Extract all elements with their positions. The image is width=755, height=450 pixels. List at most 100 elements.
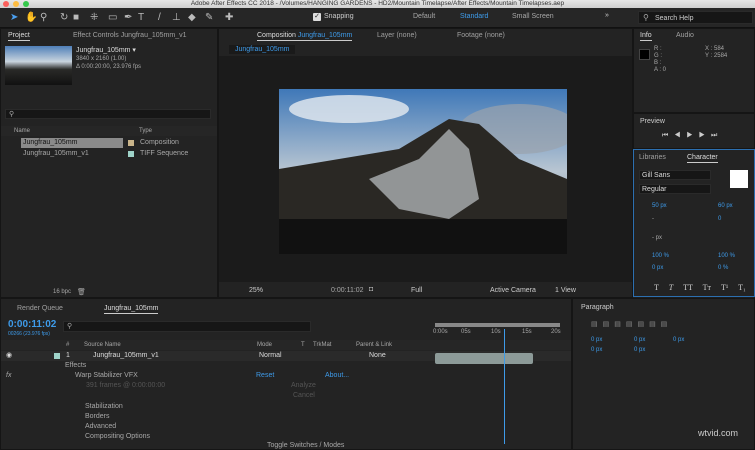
reset-link[interactable]: Reset — [256, 372, 274, 379]
eraser-tool-icon[interactable]: ◆ — [188, 12, 196, 24]
pen-tool-icon[interactable]: ✒ — [124, 12, 132, 24]
playhead[interactable] — [503, 329, 505, 444]
small-caps-button[interactable]: Tт — [703, 283, 711, 292]
space-before-value[interactable]: 0 px — [591, 347, 602, 353]
resolution-dropdown[interactable]: Full — [411, 287, 422, 294]
brush-tool-icon[interactable]: / — [158, 12, 161, 24]
column-source-name[interactable]: Source Name — [84, 340, 121, 350]
timeline-timecode[interactable]: 0:00:11:02 — [8, 319, 56, 330]
project-search-input[interactable]: ⚲ — [5, 109, 211, 119]
comp-subtab[interactable]: Jungfrau_105mm — [229, 45, 296, 54]
rectangle-tool-icon[interactable]: ▭ — [108, 12, 117, 24]
toggle-switches-modes[interactable]: Toggle Switches / Modes — [267, 442, 344, 449]
column-number[interactable]: # — [66, 340, 69, 350]
fill-color-swatch[interactable] — [730, 170, 748, 188]
font-size-value[interactable]: 50 px — [652, 203, 667, 209]
tab-layer[interactable]: Layer (none) — [377, 32, 417, 39]
views-dropdown[interactable]: 1 View — [555, 287, 576, 294]
effects-group[interactable]: Effects — [65, 362, 86, 369]
bit-depth-button[interactable]: 16 bpc — [53, 289, 71, 295]
visibility-eye-icon[interactable]: ◉ — [6, 351, 12, 361]
zoom-dropdown[interactable]: 25% — [249, 287, 263, 294]
tab-preview[interactable]: Preview — [640, 118, 665, 125]
text-style-buttons[interactable]: T T TT Tт T¹ T₁ — [654, 283, 746, 292]
about-link[interactable]: About... — [325, 372, 349, 379]
leading-value[interactable]: 60 px — [718, 203, 733, 209]
label-color[interactable] — [128, 151, 134, 157]
effect-name[interactable]: Warp Stabilizer VFX — [75, 372, 138, 379]
close-window-button[interactable] — [3, 1, 9, 7]
tab-timeline-comp[interactable]: Jungfrau_105mm — [104, 305, 159, 314]
type-tool-icon[interactable]: T — [138, 12, 144, 24]
column-type[interactable]: Type — [139, 126, 152, 136]
column-t[interactable]: T — [301, 340, 305, 350]
alignment-buttons[interactable]: ▤▤▤▤▤▤▤ — [591, 320, 672, 328]
stroke-width-value[interactable]: - px — [652, 235, 662, 241]
tab-audio[interactable]: Audio — [676, 32, 694, 39]
label-color[interactable] — [128, 140, 134, 146]
superscript-button[interactable]: T¹ — [721, 283, 728, 292]
horizontal-scale-value[interactable]: 100 % — [718, 253, 735, 259]
column-trkmat[interactable]: TrkMat — [313, 340, 331, 350]
group-stabilization[interactable]: Stabilization — [85, 403, 123, 410]
selection-tool-icon[interactable]: ➤ — [10, 12, 18, 24]
more-workspaces-icon[interactable]: » — [605, 12, 609, 19]
tab-render-queue[interactable]: Render Queue — [17, 305, 63, 312]
all-caps-button[interactable]: TT — [683, 283, 693, 292]
layer-name[interactable]: Jungfrau_105mm_v1 — [93, 351, 159, 361]
layer-parent-dropdown[interactable]: None — [369, 351, 386, 361]
indent-left-value[interactable]: 0 px — [591, 337, 602, 343]
tab-composition[interactable]: Composition Jungfrau_105mm — [257, 32, 353, 41]
pan-behind-tool-icon[interactable]: ⁜ — [90, 12, 98, 24]
tab-effect-controls[interactable]: Effect Controls Jungfrau_105mm_v1 — [73, 32, 187, 39]
puppet-tool-icon[interactable]: ✚ — [225, 12, 233, 24]
fx-icon[interactable]: fx — [6, 372, 11, 379]
layer-label-color[interactable] — [54, 353, 60, 359]
group-advanced[interactable]: Advanced — [85, 423, 116, 430]
layer-mode-dropdown[interactable]: Normal — [259, 351, 282, 361]
current-time[interactable]: 0:00:11:02 — [331, 287, 364, 294]
font-style-dropdown[interactable]: Regular — [639, 184, 711, 194]
font-family-dropdown[interactable]: Gill Sans — [639, 170, 711, 180]
time-ruler-area[interactable]: 0:00s 05s 10s 15s 20s — [431, 321, 571, 449]
tab-libraries[interactable]: Libraries — [639, 154, 666, 161]
zoom-tool-icon[interactable]: ⚲ — [40, 12, 47, 24]
roto-brush-tool-icon[interactable]: ✎ — [205, 12, 213, 24]
baseline-shift-value[interactable]: 0 px — [652, 265, 663, 271]
playback-controls[interactable]: ⏮◀▶▶⏭ — [662, 132, 723, 140]
hand-tool-icon[interactable]: ✋ — [25, 12, 37, 24]
faux-bold-button[interactable]: T — [654, 283, 659, 292]
kerning-value[interactable]: - — [652, 216, 654, 222]
tab-character[interactable]: Character — [687, 154, 718, 163]
indent-right-value[interactable]: 0 px — [673, 337, 684, 343]
group-compositing-options[interactable]: Compositing Options — [85, 433, 150, 440]
layer-duration-bar[interactable] — [435, 353, 533, 364]
camera-dropdown[interactable]: Active Camera — [490, 287, 536, 294]
tab-paragraph[interactable]: Paragraph — [581, 304, 614, 311]
subscript-button[interactable]: T₁ — [738, 283, 746, 292]
space-after-value[interactable]: 0 px — [634, 347, 645, 353]
search-help-input[interactable]: ⚲ Search Help — [638, 11, 753, 24]
trash-icon[interactable]: 🗑 — [77, 288, 86, 296]
rotate-tool-icon[interactable]: ↻ — [60, 12, 68, 24]
faux-italic-button[interactable]: T — [669, 283, 673, 292]
work-area-bar[interactable] — [435, 323, 560, 327]
column-parent[interactable]: Parent & Link — [356, 340, 392, 350]
tab-project[interactable]: Project — [8, 32, 30, 41]
project-row[interactable]: Jungfrau_105mm Composition — [1, 138, 217, 148]
workspace-default[interactable]: Default — [413, 13, 435, 20]
project-row[interactable]: Jungfrau_105mm_v1 TIFF Sequence — [1, 149, 217, 159]
column-name[interactable]: Name — [14, 126, 30, 136]
timeline-search-input[interactable]: ⚲ — [63, 321, 311, 332]
workspace-small-screen[interactable]: Small Screen — [512, 13, 554, 20]
minimize-window-button[interactable] — [13, 1, 19, 7]
tab-info[interactable]: Info — [640, 32, 652, 41]
group-borders[interactable]: Borders — [85, 413, 110, 420]
column-mode[interactable]: Mode — [257, 340, 272, 350]
workspace-standard[interactable]: Standard — [460, 13, 488, 20]
tsume-value[interactable]: 0 % — [718, 265, 728, 271]
snapping-checkbox[interactable]: ✓ — [313, 13, 321, 21]
snapshot-icon[interactable]: ◘ — [369, 286, 373, 293]
viewer[interactable] — [219, 56, 632, 282]
cancel-button[interactable]: Cancel — [293, 392, 315, 399]
